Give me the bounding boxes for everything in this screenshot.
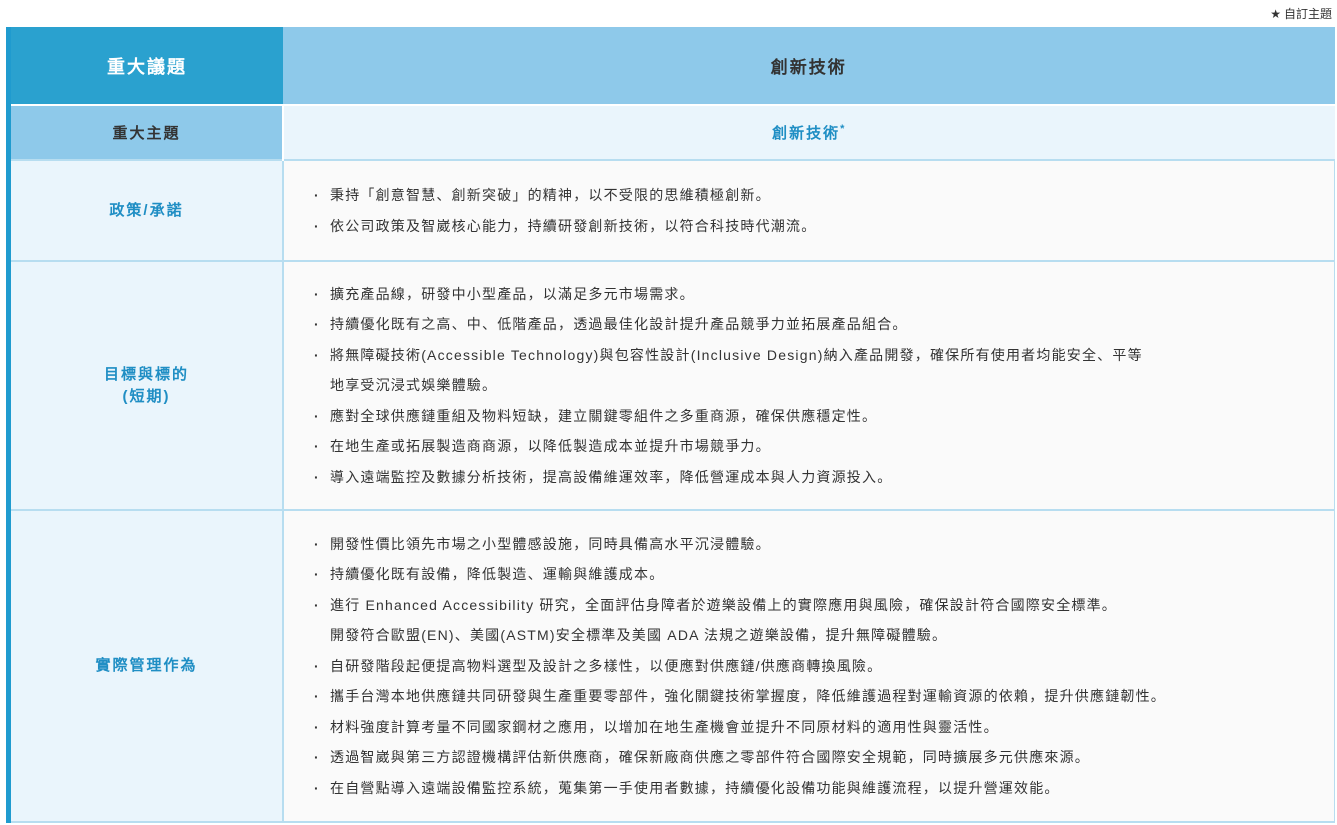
subheader-topic: 創新技術 bbox=[772, 125, 841, 142]
header-row: 重大議題 創新技術 bbox=[6, 27, 1335, 105]
policy-list: 秉持「創意智慧、創新突破」的精神，以不受限的思維積極創新。 依公司政策及智崴核心… bbox=[314, 180, 1314, 241]
list-item: 透過智崴與第三方認證機構評估新供應商，確保新廠商供應之零部件符合國際安全規範，同… bbox=[314, 742, 1314, 773]
list-item: 將無障礙技術(Accessible Technology)與包容性設計(Incl… bbox=[314, 340, 1314, 371]
list-item: 在地生產或拓展製造商商源，以降低製造成本並提升市場競爭力。 bbox=[314, 431, 1314, 462]
custom-topic-legend: ★ 自訂主題 bbox=[1270, 5, 1332, 22]
list-item: 依公司政策及智崴核心能力，持續研發創新技術，以符合科技時代潮流。 bbox=[314, 211, 1314, 242]
list-item: 開發性價比領先市場之小型體感設施，同時具備高水平沉浸體驗。 bbox=[314, 529, 1314, 560]
goals-label-line2: (短期) bbox=[122, 387, 171, 405]
policy-content: 秉持「創意智慧、創新突破」的精神，以不受限的思維積極創新。 依公司政策及智崴核心… bbox=[282, 159, 1335, 261]
list-item: 進行 Enhanced Accessibility 研究，全面評估身障者於遊樂設… bbox=[314, 590, 1314, 621]
list-item: 自研發階段起便提高物料選型及設計之多樣性，以便應對供應鏈/供應商轉換風險。 bbox=[314, 651, 1314, 682]
subheader-row: 重大主題 創新技術* bbox=[6, 104, 1335, 160]
list-item-continuation: 地享受沉浸式娛樂體驗。 bbox=[330, 377, 498, 394]
material-topic-table: 重大議題 創新技術 重大主題 創新技術* 政策/承諾 秉持「創意智慧、創新突破」… bbox=[6, 27, 1335, 823]
list-item: 應對全球供應鏈重組及物料短缺，建立關鍵零組件之多重商源，確保供應穩定性。 bbox=[314, 401, 1314, 432]
list-item: 攜手台灣本地供應鏈共同研發與生產重要零部件，強化關鍵技術掌握度，降低維護過程對運… bbox=[314, 681, 1314, 712]
practice-content: 開發性價比領先市場之小型體感設施，同時具備高水平沉浸體驗。 持續優化既有設備，降… bbox=[282, 509, 1335, 823]
list-item: 導入遠端監控及數據分析技術，提高設備維運效率，降低營運成本與人力資源投入。 bbox=[314, 462, 1314, 493]
policy-row: 政策/承諾 秉持「創意智慧、創新突破」的精神，以不受限的思維積極創新。 依公司政… bbox=[6, 159, 1335, 261]
subheader-left-cell: 重大主題 bbox=[6, 104, 283, 160]
goals-row: 目標與標的 (短期) 擴充產品線，研發中小型產品，以滿足多元市場需求。 持續優化… bbox=[6, 260, 1335, 510]
list-item: 在自營點導入遠端設備監控系統，蒐集第一手使用者數據，持續優化設備功能與維護流程，… bbox=[314, 773, 1314, 804]
header-right-cell: 創新技術 bbox=[283, 27, 1335, 105]
custom-topic-mark: * bbox=[840, 123, 847, 135]
subheader-right-cell: 創新技術* bbox=[282, 104, 1335, 160]
goals-content: 擴充產品線，研發中小型產品，以滿足多元市場需求。 持續優化既有之高、中、低階產品… bbox=[282, 260, 1335, 510]
goals-list: 擴充產品線，研發中小型產品，以滿足多元市場需求。 持續優化既有之高、中、低階產品… bbox=[314, 279, 1314, 493]
policy-label: 政策/承諾 bbox=[6, 159, 283, 261]
list-item: 材料強度計算考量不同國家鋼材之應用，以增加在地生產機會並提升不同原材料的適用性與… bbox=[314, 712, 1314, 743]
list-item: 持續優化既有設備，降低製造、運輸與維護成本。 bbox=[314, 559, 1314, 590]
practice-row: 實際管理作為 開發性價比領先市場之小型體感設施，同時具備高水平沉浸體驗。 持續優… bbox=[6, 509, 1335, 823]
star-icon: ★ bbox=[1270, 7, 1281, 21]
list-item: 持續優化既有之高、中、低階產品，透過最佳化設計提升產品競爭力並拓展產品組合。 bbox=[314, 309, 1314, 340]
goals-label: 目標與標的 (短期) bbox=[6, 260, 283, 510]
practice-label: 實際管理作為 bbox=[6, 509, 283, 823]
list-item: 秉持「創意智慧、創新突破」的精神，以不受限的思維積極創新。 bbox=[314, 180, 1314, 211]
practice-list: 開發性價比領先市場之小型體感設施，同時具備高水平沉浸體驗。 持續優化既有設備，降… bbox=[314, 529, 1314, 804]
header-left-cell: 重大議題 bbox=[6, 27, 283, 105]
list-item-continuation: 開發符合歐盟(EN)、美國(ASTM)安全標準及美國 ADA 法規之遊樂設備，提… bbox=[330, 627, 948, 644]
legend-label: 自訂主題 bbox=[1283, 7, 1332, 21]
goals-label-line1: 目標與標的 bbox=[103, 365, 189, 383]
list-item: 擴充產品線，研發中小型產品，以滿足多元市場需求。 bbox=[314, 279, 1314, 310]
